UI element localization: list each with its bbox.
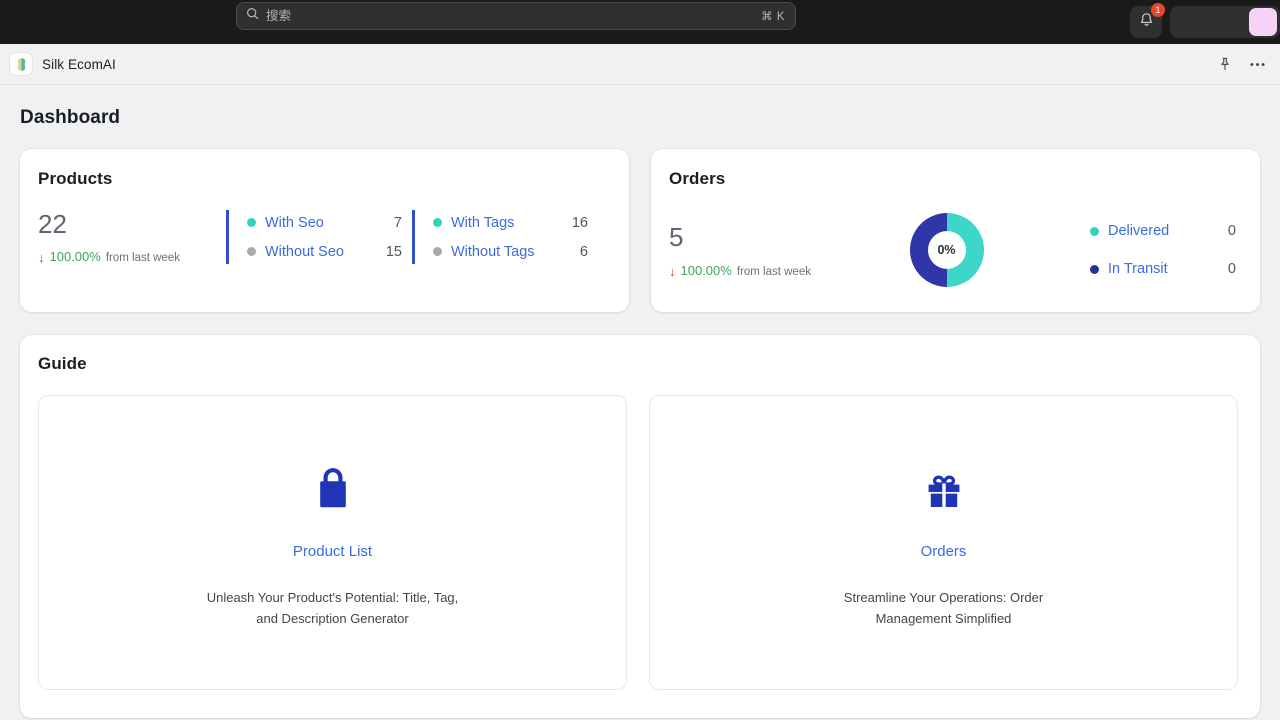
legend-label: In Transit [1108, 261, 1168, 277]
guide-tile-orders[interactable]: Orders Streamline Your Operations: Order… [649, 395, 1238, 690]
products-card: Products 22 ↓ 100.00% from last week Wit… [20, 149, 629, 312]
products-card-body: 22 ↓ 100.00% from last week With Seo 7 W… [38, 210, 607, 265]
donut-center-label: 0% [927, 231, 966, 269]
status-dot-teal-icon [1090, 226, 1099, 236]
guide-tiles: Product List Unleash Your Product's Pote… [38, 395, 1238, 690]
app-identity: Silk EcomAI [10, 53, 1216, 75]
guide-card: Guide Product List Unleash Your Product'… [20, 335, 1260, 718]
orders-card-body: 5 ↓ 100.00% from last week 0% Delivered … [669, 210, 1238, 290]
gift-icon [921, 462, 967, 516]
products-seo-breakdown: With Seo 7 Without Seo 15 [226, 210, 402, 265]
legend-count: 7 [393, 214, 402, 231]
search-container[interactable]: 搜索 ⌘ K [236, 2, 796, 30]
status-dot-teal-icon [433, 218, 442, 228]
status-dot-gray-icon [247, 247, 256, 257]
guide-tile-product-list[interactable]: Product List Unleash Your Product's Pote… [38, 395, 627, 690]
search-shortcut-hint: ⌘ K [761, 11, 785, 23]
trend-down-icon: ↓ [38, 250, 45, 266]
guide-description: Streamline Your Operations: Order Manage… [843, 590, 1044, 627]
avatar[interactable] [1249, 8, 1277, 36]
status-dot-gray-icon [433, 247, 442, 257]
orders-delta-note: from last week [736, 265, 811, 278]
ellipsis-icon[interactable] [1248, 55, 1266, 73]
orders-legend: Delivered 0 In Transit 0 [994, 223, 1238, 277]
products-delta-percent: 100.00% [49, 249, 101, 265]
products-total-value: 22 [38, 209, 67, 239]
app-header-bar: Silk EcomAI [0, 44, 1280, 85]
bell-icon [1139, 12, 1154, 32]
notifications-button[interactable]: 1 [1130, 3, 1165, 38]
products-delta-note: from last week [105, 252, 180, 265]
legend-row-delivered[interactable]: Delivered 0 [1090, 223, 1236, 239]
status-dot-navy-icon [1090, 264, 1099, 274]
legend-row-with-tags[interactable]: With Tags 16 [433, 215, 588, 231]
pin-icon[interactable] [1216, 55, 1234, 73]
legend-count: 15 [385, 243, 402, 260]
legend-label: Without Tags [451, 243, 535, 260]
notification-badge: 1 [1151, 3, 1165, 17]
legend-count: 0 [1227, 223, 1236, 239]
legend-row-in-transit[interactable]: In Transit 0 [1090, 261, 1236, 277]
products-tags-breakdown: With Tags 16 Without Tags 6 [412, 210, 588, 265]
legend-label: Without Seo [265, 243, 344, 260]
app-header-actions [1216, 55, 1266, 73]
guide-link-product-list[interactable]: Product List [293, 543, 372, 560]
orders-card-title: Orders [669, 169, 726, 188]
topbar-actions: 1 [1130, 0, 1280, 44]
search-placeholder: 搜索 [266, 8, 292, 23]
orders-total-value: 5 [669, 222, 684, 253]
search-input[interactable]: 搜索 ⌘ K [236, 2, 796, 30]
products-metric: 22 ↓ 100.00% from last week [38, 210, 226, 264]
user-menu[interactable] [1170, 6, 1280, 38]
orders-card: Orders 5 ↓ 100.00% from last week 0% Del… [651, 149, 1260, 312]
legend-label: With Tags [451, 214, 515, 231]
guide-card-title: Guide [38, 354, 87, 373]
legend-count: 6 [579, 243, 588, 260]
app-logo-icon [10, 53, 32, 75]
dashboard-page: Dashboard Products 22 ↓ 100.00% from las… [0, 85, 1280, 720]
donut-graphic: 0% [907, 210, 987, 290]
orders-delta-percent: 100.00% [680, 262, 732, 278]
orders-metric: 5 ↓ 100.00% from last week [669, 222, 899, 278]
legend-label: Delivered [1108, 223, 1170, 239]
trend-down-icon: ↓ [669, 263, 676, 279]
products-delta: ↓ 100.00% from last week [38, 249, 226, 264]
legend-count: 16 [571, 214, 588, 231]
status-dot-teal-icon [247, 218, 256, 228]
guide-description: Unleash Your Product's Potential: Title,… [206, 590, 459, 627]
shopping-bag-icon [312, 462, 354, 516]
app-title: Silk EcomAI [42, 56, 116, 72]
legend-label: With Seo [265, 214, 324, 231]
guide-link-orders[interactable]: Orders [921, 543, 967, 560]
search-icon [246, 7, 259, 25]
legend-row-without-seo[interactable]: Without Seo 15 [247, 244, 402, 260]
orders-delta: ↓ 100.00% from last week [669, 263, 899, 278]
legend-count: 0 [1227, 261, 1236, 277]
legend-row-with-seo[interactable]: With Seo 7 [247, 215, 402, 231]
legend-row-without-tags[interactable]: Without Tags 6 [433, 244, 588, 260]
page-title: Dashboard [20, 107, 121, 128]
global-topbar: 搜索 ⌘ K 1 [0, 0, 1280, 44]
orders-donut-chart: 0% [899, 210, 994, 290]
stats-row: Products 22 ↓ 100.00% from last week Wit… [20, 149, 1260, 312]
products-card-title: Products [38, 169, 113, 188]
